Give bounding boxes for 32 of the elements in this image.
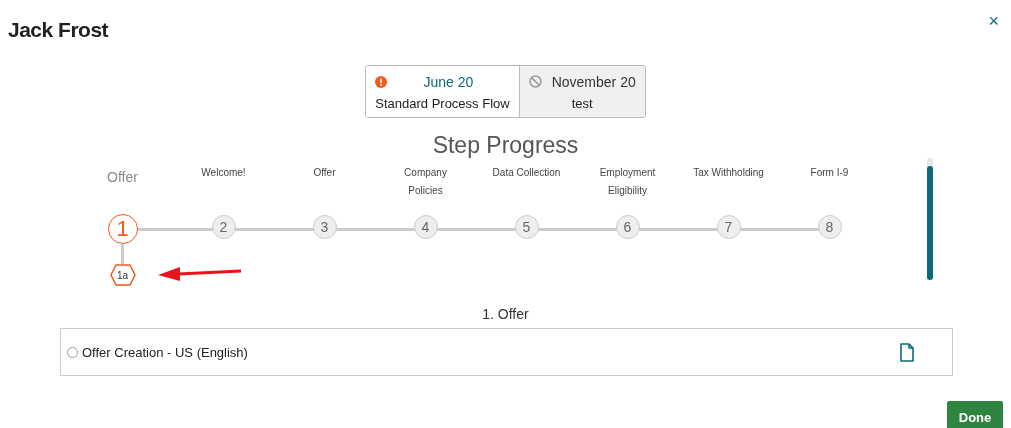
step-label: Offer xyxy=(107,168,138,187)
version-name: test xyxy=(571,96,593,111)
step-title: 1. Offer xyxy=(481,306,530,324)
step-label: Tax Withholding xyxy=(693,166,764,180)
step-circle[interactable]: 6 xyxy=(615,215,640,239)
step-circle[interactable]: 8 xyxy=(817,215,842,239)
version-tab[interactable]: November 20 test xyxy=(518,66,645,117)
version-date: November 20 xyxy=(551,73,636,90)
arrow-icon xyxy=(158,266,242,282)
task-name: Offer Creation - US (English) xyxy=(82,344,248,360)
step-label: Data Collection xyxy=(492,166,561,180)
done-button[interactable]: Done xyxy=(947,401,1003,428)
step-label: Company Policies xyxy=(403,166,448,198)
step-circle[interactable]: 7 xyxy=(716,215,741,239)
step-label: Welcome! xyxy=(201,166,246,180)
substep-hexagon[interactable]: 1a xyxy=(109,264,136,286)
step-label: Employment Eligibility xyxy=(598,166,657,198)
dialog-title: Jack Frost xyxy=(8,18,109,42)
step-circle[interactable]: 5 xyxy=(514,215,539,239)
step-circle[interactable]: 4 xyxy=(413,215,438,239)
step-label: Form I-9 xyxy=(810,166,849,180)
step-circle[interactable]: 3 xyxy=(312,215,337,239)
close-button[interactable]: × xyxy=(984,10,1003,32)
version-date: June 20 xyxy=(423,73,474,90)
step-circle[interactable]: 1 xyxy=(107,214,138,244)
section-heading: Step Progress xyxy=(431,132,580,160)
prohibited-icon xyxy=(528,75,542,88)
step-label: Offer xyxy=(313,166,336,180)
version-name: Standard Process Flow xyxy=(375,96,510,111)
document-icon[interactable] xyxy=(900,342,914,362)
alert-icon xyxy=(375,75,388,88)
step-circle[interactable]: 2 xyxy=(211,215,236,239)
